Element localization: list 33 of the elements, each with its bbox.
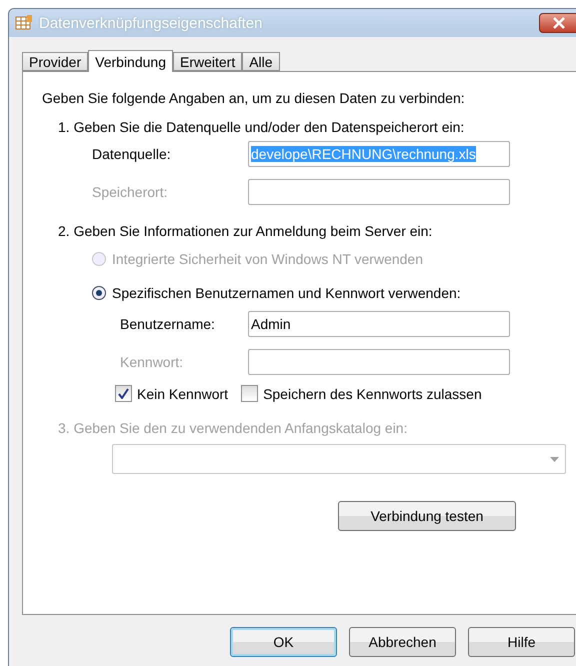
- input-field[interactable]: Admin: [248, 311, 510, 337]
- section-heading: 2. Geben Sie Informationen zur Anmeldung beim Server ein:: [58, 223, 434, 239]
- tab[interactable]: Provider: [22, 52, 88, 71]
- section-heading: 3. Geben Sie den zu verwendenden Anfangskatalog ein:: [58, 420, 408, 436]
- tab[interactable]: Alle: [242, 52, 280, 71]
- tab[interactable]: Erweitert: [172, 52, 242, 71]
- field-value: Admin: [251, 316, 291, 332]
- dropdown-arrow-icon: [550, 456, 559, 462]
- field-label: Speicherort:: [92, 184, 168, 200]
- radio-button[interactable]: [92, 286, 106, 300]
- field-label: Kennwort:: [120, 354, 184, 370]
- field-label: Benutzername:: [120, 316, 216, 332]
- checkbox[interactable]: [115, 385, 132, 402]
- dialog-button[interactable]: OK: [230, 627, 337, 657]
- checkbox-label: Kein Kennwort: [137, 386, 228, 402]
- tab[interactable]: Verbindung: [88, 50, 173, 72]
- field-value: develope\RECHNUNG\rechnung.xls: [251, 146, 476, 162]
- input-field[interactable]: [248, 179, 510, 205]
- dialog-button[interactable]: Abbrechen: [349, 627, 456, 657]
- radio-label: Integrierte Sicherheit von Windows NT verwenden: [112, 251, 424, 267]
- dialog-button[interactable]: Hilfe: [468, 627, 575, 657]
- close-button[interactable]: [539, 13, 576, 33]
- intro-text: Geben Sie folgende Angaben an, um zu diesen Daten zu verbinden:: [42, 90, 466, 106]
- input-field[interactable]: [248, 349, 510, 375]
- close-icon: [552, 17, 566, 29]
- checkbox[interactable]: [241, 385, 258, 402]
- field-label: Datenquelle:: [92, 146, 172, 162]
- window-title: Datenverknüpfungseigenschaften: [39, 14, 264, 32]
- section-heading: 1. Geben Sie die Datenquelle und/oder den Datenspeicherort ein:: [58, 119, 466, 135]
- checkbox-label: Speichern des Kennworts zulassen: [263, 386, 482, 402]
- radio-label: Spezifischen Benutzernamen und Kennwort verwenden:: [112, 285, 462, 301]
- table-icon: [15, 14, 33, 32]
- test-connection-button[interactable]: Verbindung testen: [338, 501, 516, 531]
